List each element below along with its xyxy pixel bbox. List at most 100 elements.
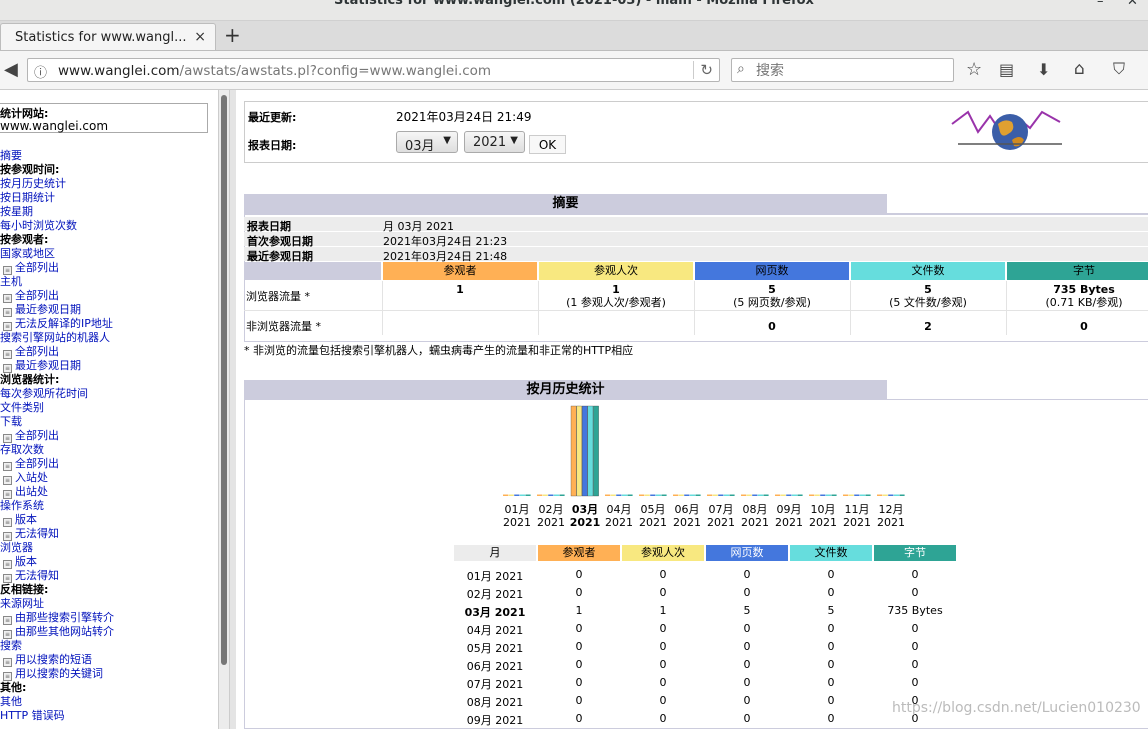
- monthly-row-value: 0: [575, 694, 583, 707]
- monthly-row-month: 05月 2021: [466, 642, 524, 655]
- monthly-row-value: 0: [827, 658, 835, 671]
- pocket-icon[interactable]: ⛉: [1113, 59, 1125, 79]
- site-box: 统计网站: www.wanglei.com: [0, 103, 208, 133]
- monthly-row-value: 0: [911, 640, 919, 653]
- home-icon[interactable]: ⌂: [1074, 59, 1085, 79]
- bar-参观人次-03月: [576, 405, 582, 497]
- monthly-row-value: 0: [743, 568, 751, 581]
- monthly-row-value: 0: [575, 658, 583, 671]
- browser-traffic-value: 5: [768, 283, 776, 296]
- url-bar[interactable]: ⓘ www.wanglei.com/awstats/awstats.pl?con…: [27, 58, 720, 82]
- monthly-row-month: 04月 2021: [466, 624, 524, 637]
- monthly-row-value: 0: [911, 586, 919, 599]
- monthly-row-value: 0: [659, 586, 667, 599]
- bar-参观者-03月: [570, 405, 577, 497]
- monthly-row-value: 5: [827, 604, 835, 617]
- monthly-row-value: 1: [575, 604, 583, 617]
- monthly-row-value: 0: [575, 622, 583, 635]
- bar-文件数-03月: [587, 405, 594, 497]
- window-titlebar: Statistics for www.wanglei.com (2021-03)…: [0, 0, 1148, 21]
- search-bar[interactable]: ⌕: [731, 58, 954, 82]
- monthly-row-month: 01月 2021: [466, 570, 524, 583]
- bar-字节-12月: [899, 494, 905, 496]
- summary-row-first-visit: 首次参观日期 2021年03月24日 21:23: [244, 232, 1148, 248]
- tab-label: Statistics for www.wangl...: [15, 30, 187, 45]
- bar-参观人次-11月: [848, 494, 854, 496]
- bar-字节-07月: [729, 494, 735, 496]
- menu-item[interactable]: HTTP 错误码: [0, 707, 65, 723]
- browser-traffic-value: 5: [924, 283, 932, 296]
- summary-column-header: 参观者: [383, 262, 537, 280]
- summary-footnote: * 非浏览的流量包括搜索引擎机器人，蠕虫病毒产生的流量和非正常的HTTP相应: [244, 344, 634, 357]
- updated-value: 2021年03月24日 21:49: [396, 110, 532, 124]
- month-axis-label: 10月 2021: [809, 503, 837, 529]
- close-window-icon[interactable]: ✕: [1127, 0, 1138, 9]
- month-axis-label: 08月 2021: [741, 503, 769, 529]
- monthly-row-value: 0: [911, 658, 919, 671]
- monthly-table-header: 文件数: [790, 545, 872, 561]
- reload-icon[interactable]: ↻: [693, 61, 713, 79]
- bar-参观人次-01月: [508, 494, 514, 496]
- monthly-row-value: 0: [659, 712, 667, 725]
- browser-traffic-ratio: (0.71 KB/参观): [1045, 296, 1123, 309]
- new-tab-button[interactable]: +: [224, 23, 241, 47]
- bar-网页数-09月: [786, 494, 792, 496]
- scrollbar-thumb[interactable]: [221, 95, 227, 665]
- bar-参观者-09月: [775, 494, 781, 496]
- search-input[interactable]: [754, 61, 948, 81]
- download-icon[interactable]: ⬇: [1037, 60, 1050, 79]
- browser-traffic-value: 1: [612, 283, 620, 296]
- bar-字节-05月: [661, 494, 667, 496]
- tab-awstats[interactable]: Statistics for www.wangl... ×: [0, 23, 216, 50]
- bar-文件数-06月: [689, 494, 695, 496]
- bar-网页数-02月: [548, 494, 554, 496]
- bar-网页数-08月: [752, 494, 758, 496]
- bar-参观者-05月: [639, 494, 645, 496]
- monthly-row-value: 0: [743, 676, 751, 689]
- monthly-row-month: 06月 2021: [466, 660, 524, 673]
- reading-list-icon[interactable]: ▤: [999, 60, 1014, 79]
- bar-字节-01月: [525, 494, 531, 496]
- bar-参观者-10月: [809, 494, 815, 496]
- monthly-row-value: 0: [659, 658, 667, 671]
- monthly-row-value: 0: [575, 568, 583, 581]
- monthly-row-value: 0: [659, 568, 667, 581]
- bookmark-star-icon[interactable]: ☆: [966, 59, 982, 80]
- minimize-icon[interactable]: –: [1097, 0, 1104, 9]
- info-icon[interactable]: ⓘ: [34, 62, 47, 81]
- bar-参观人次-09月: [780, 494, 786, 496]
- year-select[interactable]: 2021 ▼: [464, 131, 525, 153]
- bar-文件数-08月: [757, 494, 763, 496]
- left-scrollbar[interactable]: [218, 90, 230, 729]
- nonbrowser-traffic-value: 0: [1080, 320, 1088, 333]
- ok-button[interactable]: OK: [529, 135, 566, 154]
- bar-文件数-01月: [519, 494, 525, 496]
- monthly-table-header: 参观人次: [622, 545, 704, 561]
- updated-label: 最近更新:: [248, 111, 297, 124]
- monthly-row-month: 07月 2021: [466, 678, 524, 691]
- nonbrowser-traffic-value: 0: [768, 320, 776, 333]
- monthly-row-value: 0: [743, 622, 751, 635]
- monthly-row-value: 0: [743, 640, 751, 653]
- monthly-row-value: 0: [743, 694, 751, 707]
- back-icon[interactable]: ◀: [4, 59, 18, 80]
- summary-title: 摘要: [244, 194, 887, 214]
- bar-文件数-04月: [621, 494, 627, 496]
- monthly-row-month: 03月 2021: [464, 606, 526, 619]
- bar-字节-03月: [593, 405, 599, 497]
- url-text[interactable]: www.wanglei.com/awstats/awstats.pl?confi…: [58, 63, 491, 79]
- bar-参观者-06月: [673, 494, 679, 496]
- month-select[interactable]: 03月 ▼: [396, 131, 458, 154]
- monthly-row-value: 0: [911, 676, 919, 689]
- bar-网页数-05月: [650, 494, 656, 496]
- browser-traffic-value: 1: [456, 283, 464, 296]
- summary-column-header: 参观人次: [539, 262, 693, 280]
- browser-traffic-ratio: (1 参观人次/参观者): [566, 296, 666, 309]
- month-axis-label: 05月 2021: [639, 503, 667, 529]
- bar-文件数-07月: [723, 494, 729, 496]
- tab-close-icon[interactable]: ×: [194, 29, 206, 45]
- monthly-row-value: 0: [659, 622, 667, 635]
- summary-column-header: 文件数: [851, 262, 1005, 280]
- monthly-row-month: 09月 2021: [466, 714, 524, 727]
- bar-参观人次-02月: [542, 494, 548, 496]
